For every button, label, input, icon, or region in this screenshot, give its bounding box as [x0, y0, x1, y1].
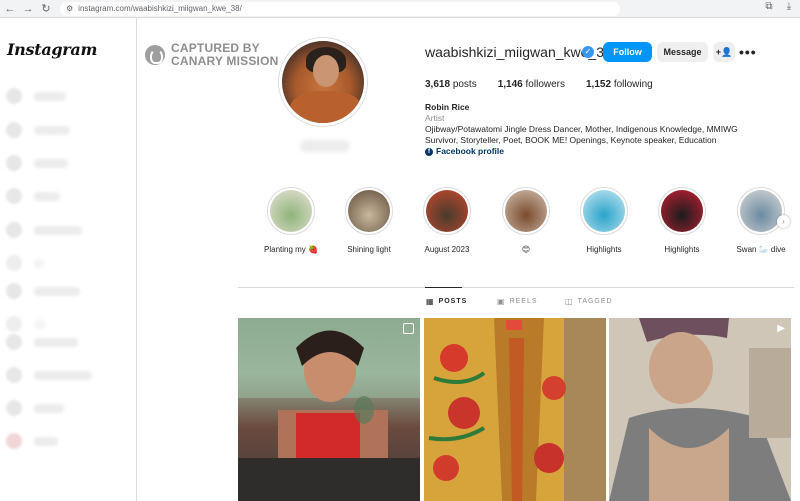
back-icon[interactable]: ←	[2, 1, 18, 17]
sidebar-item-messages[interactable]	[6, 222, 82, 238]
watermark-line2: CANARY MISSION	[171, 54, 279, 68]
tab-reels[interactable]: ▣ REELS	[497, 297, 538, 306]
sidebar-item-threads[interactable]	[6, 400, 64, 416]
highlight-cover	[580, 187, 628, 235]
instagram-logo[interactable]: Instagram	[7, 40, 97, 59]
message-button[interactable]: Message	[657, 42, 708, 62]
bio-text: Ojibway/Potawatomi Jingle Dress Dancer, …	[425, 124, 738, 145]
highlight-cover	[658, 187, 706, 235]
sidebar-item-more[interactable]	[6, 433, 58, 449]
reels-icon: ▣	[497, 297, 506, 306]
highlight-label: 😊	[521, 245, 531, 254]
follow-button[interactable]: Follow	[603, 42, 652, 62]
sidebar-item-create[interactable]	[6, 316, 46, 332]
bio-category: Artist	[425, 113, 445, 123]
tab-tagged[interactable]: ◫ TAGGED	[565, 297, 613, 306]
highlights-next-icon[interactable]: ›	[777, 215, 790, 228]
cast-icon[interactable]: ⧉	[762, 1, 776, 12]
reel-icon: ▶	[777, 323, 785, 334]
tagged-icon: ◫	[565, 297, 574, 306]
tabs-divider	[238, 287, 794, 288]
posts-stat: 3,618 posts	[425, 79, 477, 90]
highlight-1[interactable]: Planting my 🍓	[261, 187, 321, 254]
reload-icon[interactable]: ↻	[38, 1, 54, 17]
highlight-label: Planting my 🍓	[264, 245, 318, 254]
highlight-label: Swan 🦢 dive	[736, 245, 786, 254]
download-icon[interactable]: ⤓	[782, 1, 796, 12]
highlight-cover	[502, 187, 550, 235]
highlight-label: Highlights	[664, 245, 700, 254]
post-thumbnail-2[interactable]	[424, 318, 606, 501]
facebook-icon: f	[425, 147, 433, 156]
highlight-label: Highlights	[586, 245, 622, 254]
tab-posts[interactable]: ▦ POSTS	[426, 297, 467, 306]
highlight-cover	[345, 187, 393, 235]
highlight-label: Shining light	[347, 245, 391, 254]
sidebar-item-explore[interactable]	[6, 155, 68, 171]
highlight-4[interactable]: 😊	[496, 187, 556, 254]
active-tab-indicator	[425, 287, 462, 288]
canary-seal-icon	[145, 45, 165, 65]
sidebar-item-reels[interactable]	[6, 188, 60, 204]
url-text: instagram.com/waabishkizi_miigwan_kwe_38…	[78, 4, 242, 13]
bio-name: Robin Rice	[425, 102, 470, 112]
highlight-5[interactable]: Highlights	[574, 187, 634, 254]
highlight-cover	[267, 187, 315, 235]
highlight-3[interactable]: August 2023	[417, 187, 477, 254]
profile-bio: Robin Rice Artist Ojibway/Potawatomi Jin…	[425, 102, 770, 157]
followers-stat[interactable]: 1,146 followers	[498, 79, 565, 90]
highlight-cover	[737, 187, 785, 235]
sidebar-item-notifications-2[interactable]	[6, 283, 80, 299]
sidebar-item-home[interactable]	[6, 88, 66, 104]
note-placeholder	[300, 140, 350, 152]
site-info-icon[interactable]: ⚙	[66, 4, 73, 13]
facebook-profile-link[interactable]: f Facebook profile	[425, 146, 770, 157]
highlight-label: August 2023	[424, 245, 470, 254]
more-options-icon[interactable]: •••	[739, 44, 757, 60]
add-user-icon[interactable]: +👤	[713, 42, 735, 62]
carousel-icon	[403, 323, 414, 334]
address-bar[interactable]: ⚙ instagram.com/waabishkizi_miigwan_kwe_…	[60, 1, 620, 16]
following-stat[interactable]: 1,152 following	[586, 79, 653, 90]
post3-image	[609, 318, 791, 501]
post-thumbnail-3[interactable]: ▶	[609, 318, 791, 501]
browser-toolbar: ← → ↻ ⚙ instagram.com/waabishkizi_miigwa…	[0, 0, 800, 18]
canary-mission-watermark: CAPTURED BY CANARY MISSION	[145, 42, 278, 68]
grid-icon: ▦	[426, 297, 435, 306]
forward-icon[interactable]: →	[20, 1, 36, 17]
sidebar-item-notifications[interactable]	[6, 255, 44, 271]
verified-badge-icon: ✓	[582, 46, 594, 58]
sidebar: Instagram	[0, 18, 137, 501]
highlight-6[interactable]: Highlights	[652, 187, 712, 254]
sidebar-item-search[interactable]	[6, 122, 70, 138]
highlight-2[interactable]: Shining light	[339, 187, 399, 254]
post-thumbnail-1[interactable]	[238, 318, 420, 501]
sidebar-item-profile[interactable]	[6, 367, 92, 383]
profile-avatar[interactable]	[279, 38, 367, 126]
profile-stats: 3,618 posts 1,146 followers 1,152 follow…	[425, 79, 674, 90]
post1-image	[238, 318, 420, 501]
post2-image	[424, 318, 606, 501]
sidebar-item-dashboard[interactable]	[6, 334, 78, 350]
highlight-cover	[423, 187, 471, 235]
